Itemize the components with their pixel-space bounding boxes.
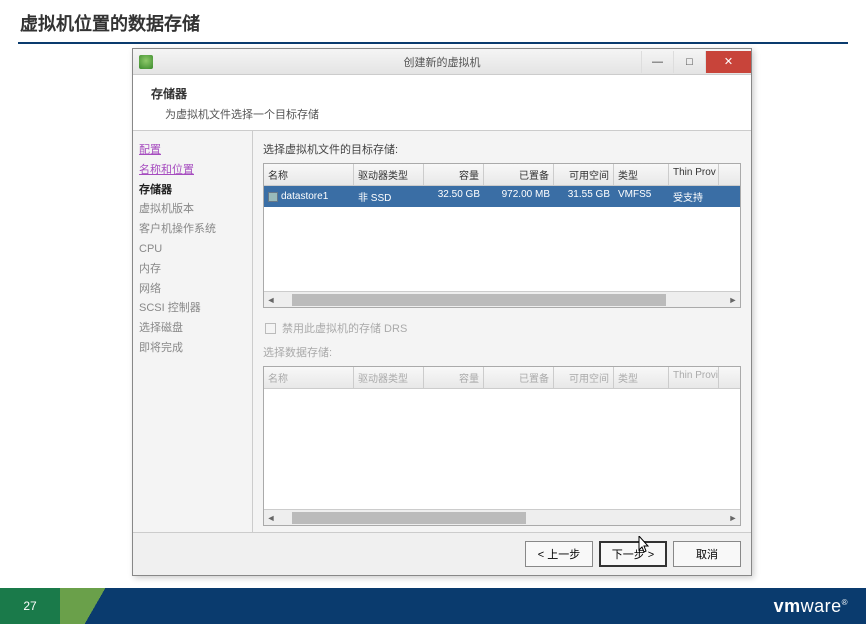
wizard-step-title: 存储器 (151, 85, 733, 102)
col-thin[interactable]: Thin Prov (669, 164, 719, 185)
sidebar-step: 选择磁盘 (139, 319, 246, 339)
wizard-header: 存储器 为虚拟机文件选择一个目标存储 (133, 75, 751, 131)
table-header[interactable]: 名称 驱动器类型 容量 已置备 可用空间 类型 Thin Prov (264, 164, 740, 186)
wizard-buttons: < 上一步 下一步 > 取消 (133, 532, 751, 575)
next-button[interactable]: 下一步 > (599, 541, 667, 567)
wizard-step-desc: 为虚拟机文件选择一个目标存储 (165, 106, 733, 122)
datastore-table-secondary: 名称 驱动器类型 容量 已置备 可用空间 类型 Thin Provi ◄► (263, 366, 741, 526)
table-row[interactable]: datastore1 非 SSD 32.50 GB 972.00 MB 31.5… (264, 186, 740, 207)
slide-title: 虚拟机位置的数据存储 (0, 0, 866, 42)
wizard-content: 选择虚拟机文件的目标存储: 名称 驱动器类型 容量 已置备 可用空间 类型 Th… (253, 131, 751, 532)
titlebar[interactable]: 创建新的虚拟机 — □ ✕ (133, 49, 751, 75)
datastore-table[interactable]: 名称 驱动器类型 容量 已置备 可用空间 类型 Thin Prov datast… (263, 163, 741, 308)
vmware-logo: vmware® (666, 588, 866, 624)
sidebar-step: 网络 (139, 280, 246, 300)
col-name[interactable]: 名称 (264, 164, 354, 185)
sidebar-step: 虚拟机版本 (139, 200, 246, 220)
checkbox-icon (265, 323, 276, 334)
page-number: 27 (0, 588, 60, 624)
col-drive-type[interactable]: 驱动器类型 (354, 164, 424, 185)
horizontal-scrollbar[interactable]: ◄► (264, 509, 740, 525)
maximize-button[interactable]: □ (673, 51, 705, 73)
col-capacity[interactable]: 容量 (424, 164, 484, 185)
disable-drs-checkbox: 禁用此虚拟机的存储 DRS (265, 320, 739, 336)
sidebar-step: 客户机操作系统 (139, 220, 246, 240)
sidebar-step: 即将完成 (139, 339, 246, 359)
horizontal-scrollbar[interactable]: ◄► (264, 291, 740, 307)
sidebar-step: SCSI 控制器 (139, 299, 246, 319)
sidebar-step: 内存 (139, 260, 246, 280)
col-type[interactable]: 类型 (614, 164, 669, 185)
table-header: 名称 驱动器类型 容量 已置备 可用空间 类型 Thin Provi (264, 367, 740, 389)
sidebar-step[interactable]: 配置 (139, 141, 246, 161)
col-provisioned[interactable]: 已置备 (484, 164, 554, 185)
sidebar-step[interactable]: 名称和位置 (139, 161, 246, 181)
minimize-button[interactable]: — (641, 51, 673, 73)
sidebar-step: 存储器 (139, 181, 246, 201)
app-icon (139, 55, 153, 69)
slide-footer: 27 vmware® (0, 588, 866, 624)
close-button[interactable]: ✕ (705, 51, 751, 73)
wizard-steps-sidebar: 配置名称和位置存储器虚拟机版本客户机操作系统CPU内存网络SCSI 控制器选择磁… (133, 131, 253, 532)
datastore-label: 选择虚拟机文件的目标存储: (263, 141, 741, 157)
back-button[interactable]: < 上一步 (525, 541, 593, 567)
col-free[interactable]: 可用空间 (554, 164, 614, 185)
datastore-icon (268, 192, 278, 202)
datastore2-label: 选择数据存储: (263, 344, 741, 360)
window-title: 创建新的虚拟机 (404, 54, 481, 70)
cancel-button[interactable]: 取消 (673, 541, 741, 567)
sidebar-step: CPU (139, 240, 246, 260)
title-underline (18, 42, 848, 44)
dialog-create-vm: 创建新的虚拟机 — □ ✕ 存储器 为虚拟机文件选择一个目标存储 配置名称和位置… (132, 48, 752, 576)
